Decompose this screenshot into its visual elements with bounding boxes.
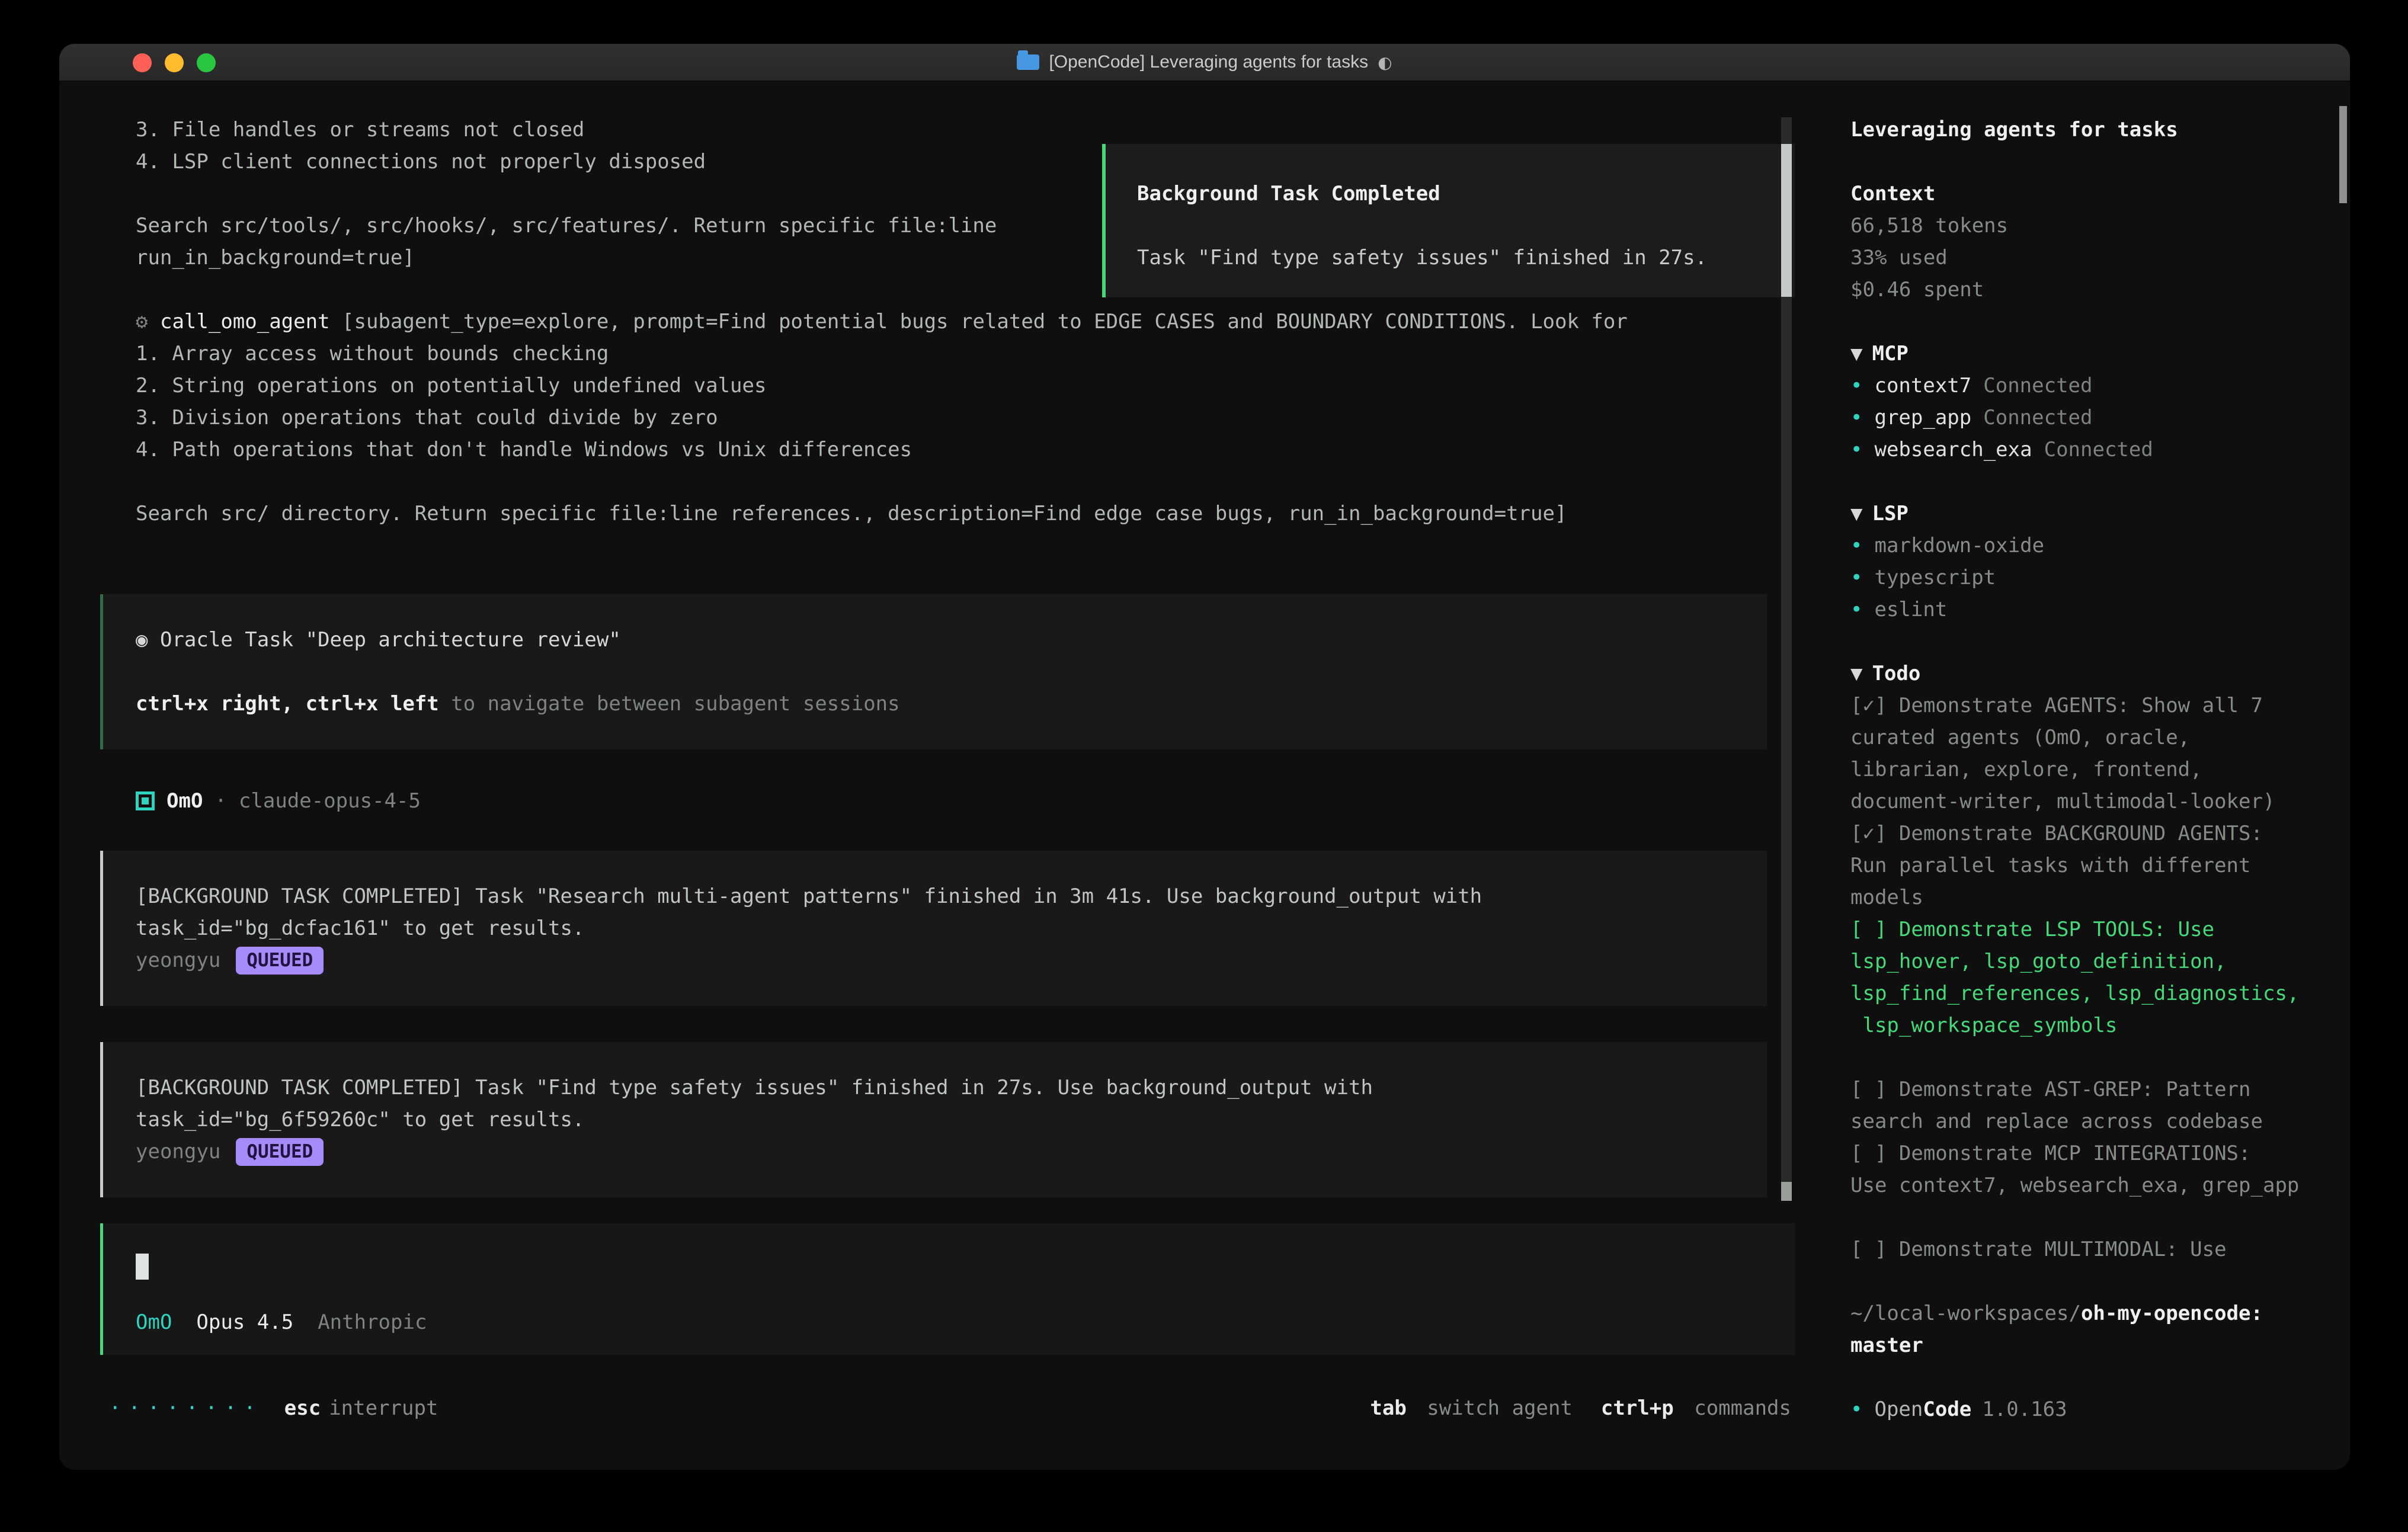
subagent-nav-hint: ctrl+x right, ctrl+x left to navigate be… (136, 688, 1767, 720)
tool-name: call_omo_agent (160, 310, 330, 334)
message-line: task_id="bg_6f59260c" to get results. (136, 1104, 1767, 1136)
todo-item-pending: [ ] Demonstrate MULTIMODAL: Use (1850, 1233, 2320, 1265)
context-heading: Context (1850, 178, 2320, 210)
active-model-name: Opus 4.5 (196, 1306, 293, 1338)
agent-square-icon (136, 791, 155, 810)
log-line: 3. File handles or streams not closed (59, 114, 1798, 146)
mcp-section-heading[interactable]: ▼MCP (1850, 338, 2320, 370)
log-line: 4. Path operations that don't handle Win… (59, 434, 1798, 466)
spinner-dots-icon: ········ (109, 1392, 263, 1424)
toast-message: Task "Find type safety issues" finished … (1137, 242, 1795, 274)
collapse-triangle-icon: ▼ (1850, 502, 1862, 525)
lsp-section-heading[interactable]: ▼LSP (1850, 498, 2320, 530)
message-line: [BACKGROUND TASK COMPLETED] Task "Resear… (136, 880, 1767, 912)
gear-icon: ⚙ (136, 310, 148, 334)
window-title: [OpenCode] Leveraging agents for tasks (1049, 52, 1368, 72)
traffic-lights (133, 44, 216, 81)
chat-scrollbar-bottom-cap[interactable] (1781, 1182, 1792, 1201)
queued-status-badge: QUEUED (236, 947, 324, 975)
minimize-button-icon[interactable] (165, 53, 184, 72)
session-sidebar: Leveraging agents for tasks Context 66,5… (1798, 81, 2350, 1470)
ctrlp-key-hint: ctrl+p (1601, 1396, 1674, 1420)
agent-model: claude-opus-4-5 (239, 785, 421, 817)
message-author: yeongyu (136, 944, 220, 976)
bullet-icon: • (1850, 598, 1862, 621)
prompt-editor[interactable]: OmO Opus 4.5 Anthropic (100, 1223, 1795, 1355)
separator-dot: · (214, 785, 226, 817)
lsp-item: •markdown-oxide (1850, 530, 2320, 562)
mcp-item: •websearch_exaConnected (1850, 434, 2320, 466)
tool-call-line: ⚙ call_omo_agent [subagent_type=explore,… (59, 306, 1798, 338)
background-task-toast: Background Task Completed Task "Find typ… (1102, 144, 1795, 297)
version-footer: •OpenCode1.0.163 (1850, 1393, 2320, 1425)
chat-scrollbar[interactable] (1781, 117, 1792, 1201)
bullet-icon: • (1850, 534, 1862, 557)
esc-key-hint: esc (284, 1392, 321, 1424)
theme-half-circle-icon: ◐ (1378, 53, 1392, 72)
window-body: 3. File handles or streams not closed 4.… (59, 81, 2350, 1470)
message-line: [BACKGROUND TASK COMPLETED] Task "Find t… (136, 1072, 1767, 1104)
bullet-icon: • (1850, 1398, 1862, 1421)
bullet-icon: • (1850, 566, 1862, 589)
context-used: 33% used (1850, 242, 2320, 274)
tab-key-label: switch agent (1427, 1396, 1573, 1420)
todo-item-done: [✓] Demonstrate AGENTS: Show all 7 curat… (1850, 690, 2320, 818)
lsp-item: •eslint (1850, 594, 2320, 626)
workspace-branch: master (1850, 1329, 2320, 1361)
close-button-icon[interactable] (133, 53, 152, 72)
todo-section-heading[interactable]: ▼Todo (1850, 658, 2320, 690)
session-title: Leveraging agents for tasks (1850, 114, 2320, 146)
tab-key-hint: tab (1370, 1396, 1406, 1420)
agent-session-header: OmO · claude-opus-4-5 (59, 785, 1798, 817)
bullet-icon: • (1850, 374, 1862, 398)
collapse-triangle-icon: ▼ (1850, 342, 1862, 366)
bullet-icon: • (1850, 406, 1862, 430)
chat-scrollbar-thumb[interactable] (1781, 144, 1792, 297)
titlebar[interactable]: [OpenCode] Leveraging agents for tasks ◐ (59, 44, 2350, 81)
log-line: 3. Division operations that could divide… (59, 402, 1798, 434)
collapse-triangle-icon: ▼ (1850, 662, 1862, 685)
todo-item-pending: [ ] Demonstrate AST-GREP: Pattern search… (1850, 1073, 2320, 1137)
model-info-line: OmO Opus 4.5 Anthropic (136, 1306, 1795, 1338)
hint-text: to navigate between subagent sessions (451, 692, 899, 716)
hint-keys: ctrl+x right, ctrl+x left (136, 692, 439, 716)
toast-title: Background Task Completed (1137, 178, 1795, 210)
agent-name: OmO (166, 785, 203, 817)
log-line: Search src/ directory. Return specific f… (59, 498, 1798, 530)
sidebar-scrollbar-thumb[interactable] (2339, 106, 2347, 203)
provider-name: Anthropic (318, 1306, 427, 1338)
status-bar: ········ esc interrupt tab switch agent … (59, 1392, 1798, 1424)
bullet-icon: • (1850, 438, 1862, 461)
context-tokens: 66,518 tokens (1850, 210, 2320, 242)
background-task-message: [BACKGROUND TASK COMPLETED] Task "Resear… (100, 851, 1767, 1006)
message-line: task_id="bg_dcfac161" to get results. (136, 912, 1767, 944)
todo-item-done: [✓] Demonstrate BACKGROUND AGENTS: Run p… (1850, 818, 2320, 914)
text-cursor (136, 1254, 149, 1280)
message-author: yeongyu (136, 1136, 220, 1168)
lsp-item: •typescript (1850, 562, 2320, 594)
todo-item-active: [ ] Demonstrate LSP TOOLS: Use lsp_hover… (1850, 914, 2320, 1041)
chat-panel: 3. File handles or streams not closed 4.… (59, 81, 1798, 1470)
zoom-button-icon[interactable] (197, 53, 216, 72)
log-line: 1. Array access without bounds checking (59, 338, 1798, 370)
workspace-path: ~/local-workspaces/oh-my-opencode: (1850, 1297, 2320, 1329)
queued-status-badge: QUEUED (236, 1138, 324, 1166)
ctrlp-key-label: commands (1694, 1396, 1791, 1420)
oracle-task-title: ◉ Oracle Task "Deep architecture review" (136, 624, 1767, 656)
context-spent: $0.46 spent (1850, 274, 2320, 306)
oracle-task-banner: ◉ Oracle Task "Deep architecture review"… (100, 594, 1767, 749)
editor-line[interactable] (136, 1251, 1795, 1283)
record-icon: ◉ (136, 628, 148, 652)
todo-item-pending: [ ] Demonstrate MCP INTEGRATIONS: Use co… (1850, 1137, 2320, 1201)
esc-key-label: interrupt (329, 1392, 438, 1424)
mcp-item: •context7Connected (1850, 370, 2320, 402)
app-window: [OpenCode] Leveraging agents for tasks ◐… (59, 44, 2350, 1470)
background-task-message: [BACKGROUND TASK COMPLETED] Task "Find t… (100, 1042, 1767, 1197)
mcp-item: •grep_appConnected (1850, 402, 2320, 434)
window-title-group: [OpenCode] Leveraging agents for tasks ◐ (1017, 52, 1392, 72)
log-line: 2. String operations on potentially unde… (59, 370, 1798, 402)
active-agent-name: OmO (136, 1306, 172, 1338)
folder-icon (1017, 55, 1039, 70)
tool-args: [subagent_type=explore, prompt=Find pote… (342, 310, 1628, 334)
